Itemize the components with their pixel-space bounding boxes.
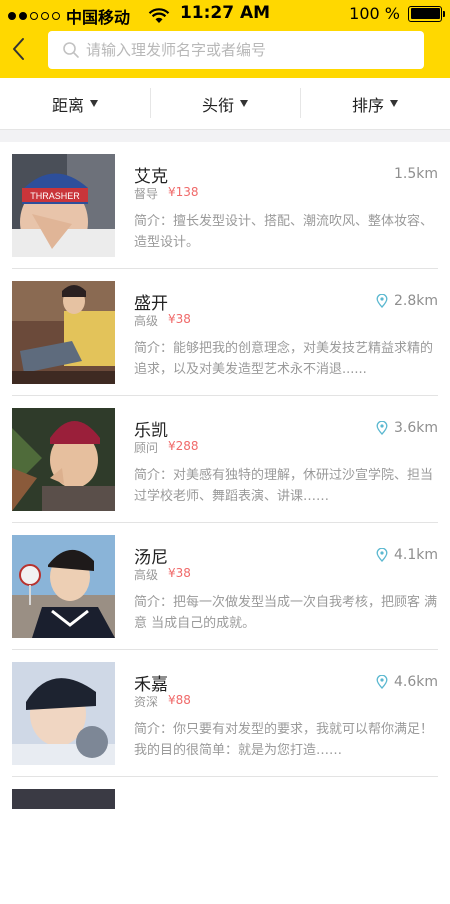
barber-name: 乐凯 [134, 421, 168, 441]
avatar: THRASHER [12, 154, 115, 257]
top-bar: 中国移动 11:27 AM 100 % [0, 0, 450, 78]
barber-title: 督导 [134, 187, 159, 201]
search-input[interactable] [86, 41, 406, 59]
barber-intro: 简介：擅长发型设计、搭配、潮流吹风、整体妆容、造型设计。 [134, 214, 434, 250]
distance: 4.6km [376, 674, 438, 690]
chevron-left-icon[interactable] [8, 34, 28, 64]
filter-distance[interactable]: 距离 [0, 78, 150, 129]
distance-value: 4.1km [393, 547, 438, 563]
battery-icon [408, 5, 445, 22]
barber-list-item[interactable]: THRASHER 艾克 督导 ¥138 1.5km 简介：擅长发型设计、搭配、潮… [12, 142, 438, 269]
battery-percent: 100 % [349, 4, 400, 23]
location-pin-icon [376, 294, 388, 308]
barber-price: ¥38 [168, 566, 191, 580]
caret-down-icon [390, 100, 398, 107]
barber-price: ¥88 [168, 693, 191, 707]
barber-name: 汤尼 [134, 548, 168, 568]
avatar [12, 789, 115, 809]
distance-value: 3.6km [393, 420, 438, 436]
search-icon [63, 42, 79, 58]
barber-meta: 督导 ¥138 [134, 185, 199, 202]
filter-bar: 距离 头衔 排序 [0, 78, 450, 130]
barber-title: 高级 [134, 314, 159, 328]
distance-value: 1.5km [393, 166, 438, 182]
barber-meta: 资深 ¥88 [134, 693, 191, 710]
barber-meta: 高级 ¥38 [134, 566, 191, 583]
barber-intro: 简介：对美感有独特的理解，休研过沙宣学院、担当过学校老师、舞蹈表演、讲课…… [134, 468, 434, 504]
barber-list-item[interactable]: 禾嘉 资深 ¥88 4.6km 简介：你只要有对发型的要求，我就可以帮你满足！我… [12, 650, 438, 777]
filter-label: 距离 [51, 95, 84, 115]
barber-name: 艾克 [134, 167, 168, 187]
distance: 1.5km [394, 166, 438, 182]
search-box[interactable] [48, 31, 424, 69]
avatar [12, 535, 115, 638]
barber-meta: 顾问 ¥288 [134, 439, 199, 456]
svg-text:THRASHER: THRASHER [30, 191, 80, 201]
avatar [12, 281, 115, 384]
barber-price: ¥38 [168, 312, 191, 326]
barber-title: 高级 [134, 568, 159, 582]
barber-intro: 简介：能够把我的创意理念，对美发技艺精益求精的追求，以及对美发造型艺术永不消退.… [134, 341, 434, 377]
barber-meta: 高级 ¥38 [134, 312, 191, 329]
distance-value: 2.8km [393, 293, 438, 309]
barber-name: 盛开 [134, 294, 168, 314]
distance: 4.1km [376, 547, 438, 563]
caret-down-icon [90, 100, 98, 107]
barber-price: ¥138 [168, 185, 199, 199]
filter-title[interactable]: 头衔 [150, 78, 300, 129]
avatar [12, 662, 115, 765]
barber-list: THRASHER 艾克 督导 ¥138 1.5km 简介：擅长发型设计、搭配、潮… [0, 142, 450, 904]
barber-list-item[interactable]: 汤尼 高级 ¥38 4.1km 简介：把每一次做发型当成一次自我考核，把顾客 满… [12, 523, 438, 650]
barber-list-item[interactable]: 乐凯 顾问 ¥288 3.6km 简介：对美感有独特的理解，休研过沙宣学院、担当… [12, 396, 438, 523]
avatar [12, 408, 115, 511]
filter-label: 头衔 [201, 95, 234, 115]
barber-intro: 简介：把每一次做发型当成一次自我考核，把顾客 满意 当成自己的成就。 [134, 595, 438, 631]
distance-value: 4.6km [393, 674, 438, 690]
barber-list-item[interactable] [12, 777, 438, 904]
location-pin-icon [376, 548, 388, 562]
distance: 2.8km [376, 293, 438, 309]
location-pin-icon [376, 421, 388, 435]
barber-list-item[interactable]: 盛开 高级 ¥38 2.8km 简介：能够把我的创意理念，对美发技艺精益求精的追… [12, 269, 438, 396]
status-bar: 中国移动 11:27 AM 100 % [0, 0, 450, 27]
caret-down-icon [240, 100, 248, 107]
barber-price: ¥288 [168, 439, 199, 453]
barber-name: 禾嘉 [134, 675, 168, 695]
distance: 3.6km [376, 420, 438, 436]
filter-label: 排序 [351, 95, 384, 115]
barber-title: 资深 [134, 695, 159, 709]
filter-sort[interactable]: 排序 [300, 78, 450, 129]
section-divider [0, 130, 450, 142]
barber-title: 顾问 [134, 441, 159, 455]
location-pin-icon [376, 675, 388, 689]
barber-intro: 简介：你只要有对发型的要求，我就可以帮你满足！我的目的很简单：就是为您打造…… [134, 722, 434, 758]
